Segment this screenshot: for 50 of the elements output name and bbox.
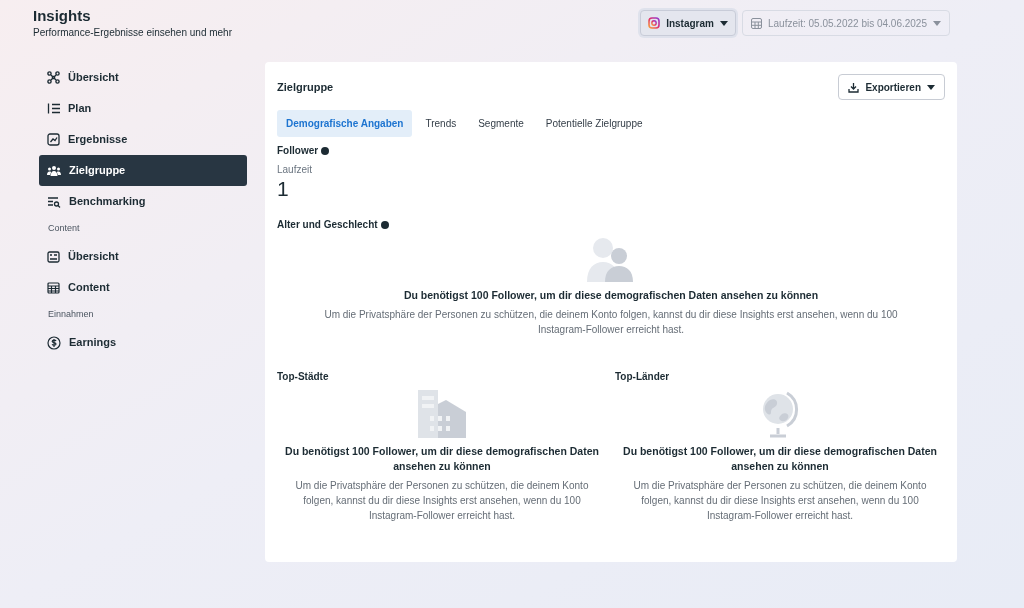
nodes-icon: [47, 71, 60, 84]
caret-icon: [719, 20, 728, 26]
empty-state-message: Du benötigst 100 Follower, um dir diese demografischen Daten ansehen zu können: [284, 444, 600, 474]
empty-state-message: Du benötigst 100 Follower, um dir diese demografischen Daten ansehen zu können: [403, 288, 819, 303]
sidebar-item[interactable]: Ergebnisse: [39, 124, 247, 155]
chart-icon: [47, 133, 60, 146]
download-icon: [848, 81, 860, 93]
page-subtitle: Performance-Ergebnisse einsehen und mehr: [33, 26, 232, 40]
sidebar-section-label: Einnahmen: [47, 308, 95, 322]
sidebar-section-label: Content: [47, 222, 81, 236]
list-icon: [47, 102, 60, 115]
camera-logo-icon: [648, 17, 661, 29]
sidebar-item[interactable]: Benchmarking: [39, 186, 247, 217]
empty-state-message: Du benötigst 100 Follower, um dir diese demografischen Daten ansehen zu können: [622, 444, 938, 474]
people-icon: [47, 164, 61, 177]
list-search-icon: [47, 195, 61, 208]
tab[interactable]: Trends: [416, 110, 466, 137]
info-icon[interactable]: [321, 146, 330, 155]
calendar-icon: [750, 17, 762, 29]
building-icon: [418, 390, 466, 438]
empty-state-description: Um die Privatsphäre der Personen zu schützen, die deinem Konto folgen, kannst du dir diese Insights erst ansehen, wenn du 100 Instagram-Follower erreicht hast.: [632, 479, 928, 523]
id-card-icon: [47, 250, 60, 263]
tab[interactable]: Segmente: [469, 110, 533, 137]
section-title: Top-Städte: [277, 370, 329, 384]
sidebar-item[interactable]: Übersicht: [39, 241, 247, 272]
sidebar-item[interactable]: Plan: [39, 93, 247, 124]
empty-state-description: Um die Privatsphäre der Personen zu schützen, die deinem Konto folgen, kannst du dir diese Insights erst ansehen, wenn du 100 Instagram-Follower erreicht hast.: [323, 308, 899, 337]
globe-icon: [760, 390, 800, 438]
export-button[interactable]: Exportieren: [838, 74, 945, 100]
page-title: Insights: [33, 7, 92, 25]
sidebar-item[interactable]: Übersicht: [39, 62, 247, 93]
period-label: Laufzeit: [277, 163, 314, 177]
section-title: Alter und Geschlecht: [277, 218, 378, 232]
caret-icon: [933, 20, 941, 26]
sidebar-item[interactable]: Zielgruppe: [39, 155, 247, 186]
section-title: Follower: [277, 144, 319, 158]
caret-icon: [927, 84, 935, 90]
section-title: Top-Länder: [615, 370, 670, 384]
info-icon[interactable]: [380, 220, 389, 229]
empty-state-description: Um die Privatsphäre der Personen zu schützen, die deinem Konto folgen, kannst du dir diese Insights erst ansehen, wenn du 100 Instagram-Follower erreicht hast.: [294, 479, 590, 523]
sidebar-item[interactable]: Content: [39, 272, 247, 303]
dollar-icon: [47, 335, 61, 350]
tab[interactable]: Potentielle Zielgruppe: [536, 110, 652, 137]
follower-count: 1: [277, 177, 290, 201]
card-title: Zielgruppe: [277, 79, 334, 95]
person-silhouettes-icon: [587, 236, 635, 282]
tab[interactable]: Demografische Angaben: [277, 110, 413, 137]
account-selector[interactable]: Instagram: [640, 10, 736, 36]
sidebar-item[interactable]: Earnings: [39, 327, 247, 358]
table-icon: [47, 281, 60, 294]
